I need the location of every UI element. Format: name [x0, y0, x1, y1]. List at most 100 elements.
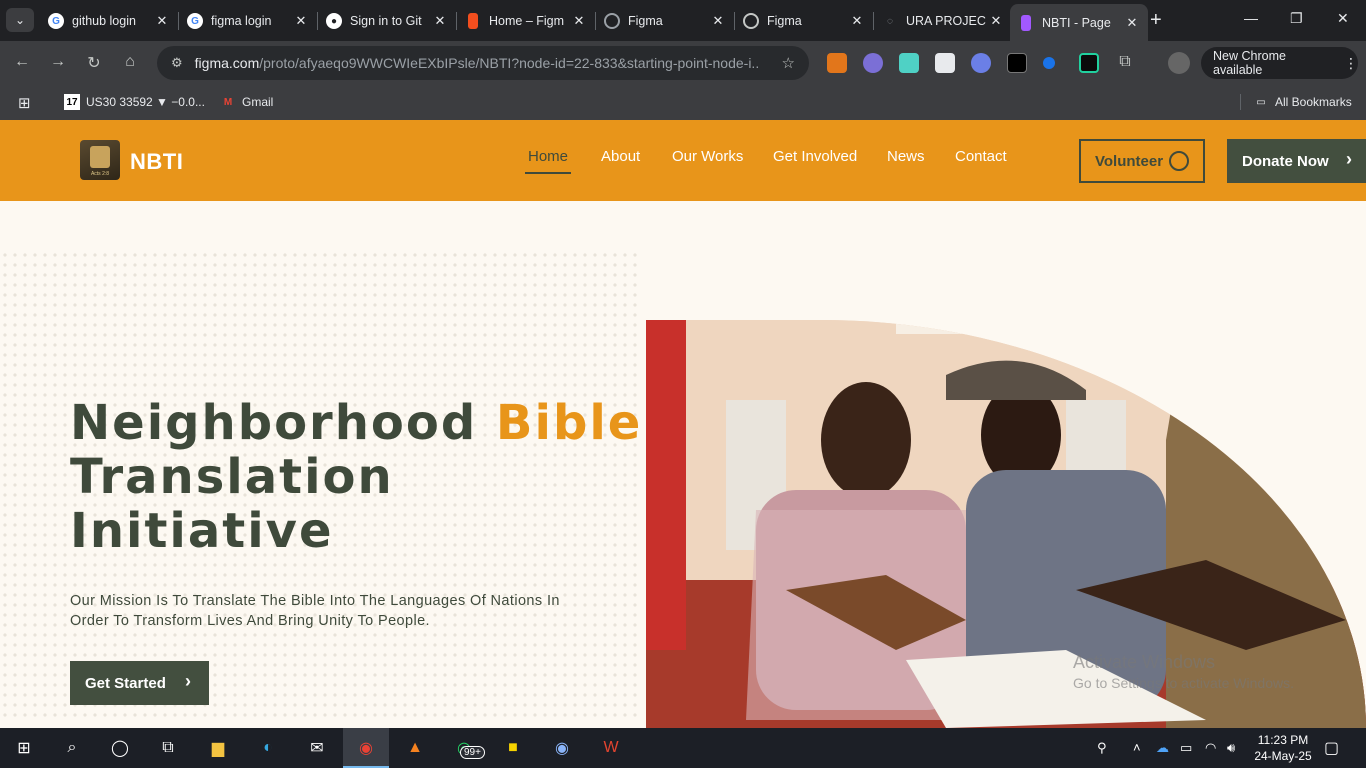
tab-nbti-active[interactable]: NBTI - Page ✕ [1010, 4, 1148, 41]
system-clock[interactable]: 11:23 PM 24-May-25 [1250, 732, 1316, 764]
reload-icon[interactable]: ↻ [84, 53, 104, 73]
donate-label: Donate Now [1242, 152, 1329, 170]
vlc-icon[interactable]: ▲ [403, 736, 427, 760]
nav-get-involved[interactable]: Get Involved [773, 148, 857, 165]
tab-figma-3[interactable]: Figma ✕ [735, 6, 873, 36]
home-icon[interactable]: ⌂ [120, 53, 140, 71]
figma-prototype-page: Acts 2:8 NBTI Home About Our Works Get I… [0, 120, 1366, 728]
browser-toolbar: ← → ↻ ⌂ ⚙ figma.com/proto/afyaeqo9WWCWIe… [0, 41, 1366, 85]
site-header: Acts 2:8 NBTI Home About Our Works Get I… [0, 120, 1366, 201]
tab-search-button[interactable]: ⌄ [6, 8, 34, 32]
search-icon[interactable]: ⌕ [60, 736, 84, 760]
close-icon[interactable]: ✕ [154, 13, 170, 29]
window-close-button[interactable]: ✕ [1337, 10, 1349, 27]
clock-time: 11:23 PM [1257, 733, 1309, 747]
windows-start-icon[interactable]: ⊞ [12, 736, 36, 760]
hero-title-part1: Neighborhood [70, 395, 478, 451]
wave-extension-icon[interactable] [971, 53, 991, 73]
cortana-icon[interactable]: ◯ [108, 736, 132, 760]
nav-our-works[interactable]: Our Works [672, 148, 743, 165]
chrome-update-button[interactable]: New Chrome available ⋮ [1201, 47, 1358, 79]
mail-icon[interactable]: ✉ [305, 736, 329, 760]
address-bar[interactable]: ⚙ figma.com/proto/afyaeqo9WWCWIeEXbIPsle… [157, 46, 809, 80]
chrome-icon[interactable]: ◉ [354, 736, 378, 760]
tab-figma-login[interactable]: G figma login ✕ [179, 6, 317, 36]
sticky-notes-icon[interactable]: ■ [501, 736, 525, 760]
new-tab-button[interactable]: + [1150, 10, 1162, 30]
tab-title: Figma [628, 14, 663, 28]
tradingview-icon: 17 [64, 94, 80, 110]
hero-title-line3: Initiative [70, 503, 334, 559]
loading-icon: ◌ [887, 15, 893, 27]
logo-text[interactable]: NBTI [130, 149, 183, 175]
close-icon[interactable]: ✕ [1124, 15, 1140, 31]
restore-button[interactable]: ❐ [1290, 10, 1303, 27]
github-icon: ● [326, 13, 342, 29]
metamask-extension-icon[interactable] [827, 53, 847, 73]
minimize-button[interactable]: — [1244, 10, 1258, 26]
onedrive-icon[interactable]: ☁ [1156, 740, 1169, 756]
ghost-extension-icon[interactable] [863, 53, 883, 73]
close-icon[interactable]: ✕ [710, 13, 726, 29]
donate-now-button[interactable]: Donate Now › [1227, 139, 1366, 183]
wifi-icon[interactable]: ◠ [1205, 740, 1216, 756]
tab-github-signin[interactable]: ● Sign in to Git ✕ [318, 6, 456, 36]
activate-windows-watermark: Activate Windows Go to Settings to activ… [1073, 652, 1294, 691]
site-info-icon[interactable]: ⚙ [171, 55, 183, 71]
tab-ura-project[interactable]: ◌ URA PROJEC ✕ [874, 6, 1012, 36]
nav-home[interactable]: Home [528, 148, 568, 165]
bookmark-gmail[interactable]: M Gmail [220, 94, 274, 110]
volume-icon[interactable]: 🔊︎ [1227, 740, 1235, 756]
battery-icon[interactable]: ▭ [1180, 740, 1192, 756]
volunteer-button[interactable]: Volunteer [1079, 139, 1205, 183]
tab-figma-2[interactable]: Figma ✕ [596, 6, 734, 36]
all-bookmarks-button[interactable]: ▭ All Bookmarks [1240, 94, 1352, 110]
chrome-profile-icon[interactable]: ◉ [550, 736, 574, 760]
tab-figma-home[interactable]: Home – Figm ✕ [457, 6, 595, 36]
back-icon[interactable]: ← [12, 53, 32, 71]
nav-about[interactable]: About [601, 148, 640, 165]
more-menu-icon[interactable]: ⋮ [1344, 55, 1358, 72]
watermark-title: Activate Windows [1073, 652, 1216, 672]
close-icon[interactable]: ✕ [432, 13, 448, 29]
extensions-puzzle-icon[interactable]: ⧉ [1115, 53, 1135, 71]
whatsapp-notification-badge: 99+ [460, 746, 485, 759]
nbti-logo-icon[interactable]: Acts 2:8 [80, 140, 120, 180]
grid-extension-icon[interactable] [935, 53, 955, 73]
folder-icon: ▭ [1256, 96, 1266, 108]
chevron-right-icon: › [185, 671, 191, 691]
bookmark-star-icon[interactable]: ☆ [782, 54, 795, 72]
figma-icon [1021, 14, 1031, 31]
profile-avatar[interactable] [1168, 52, 1190, 74]
people-icon[interactable]: ⚲ [1097, 740, 1107, 756]
tab-title: Home – Figm [489, 14, 565, 28]
bookmark-tradingview[interactable]: 17 US30 33592 ▼ −0.0... [64, 94, 205, 110]
list-extension-icon[interactable] [899, 53, 919, 73]
windows-taskbar: ⊞ ⌕ ◯ ⧉ ▆ ◐ ✉ ◉ ▲ ◎ 99+ ■ ◉ W ⚲ ˄ ☁ ▭ ◠ … [0, 728, 1366, 768]
gmail-icon: M [223, 96, 233, 108]
close-icon[interactable]: ✕ [571, 13, 587, 29]
nav-news[interactable]: News [887, 148, 925, 165]
notification-center-icon[interactable]: ▢ [1324, 738, 1339, 758]
forward-icon[interactable]: → [48, 53, 68, 71]
figma-icon [468, 13, 478, 29]
wps-office-icon[interactable]: W [599, 736, 623, 760]
url-host: figma.com [194, 55, 260, 71]
apps-grid-icon[interactable]: ⊞ [18, 94, 31, 112]
close-icon[interactable]: ✕ [849, 13, 865, 29]
dot-extension-icon[interactable] [1043, 57, 1055, 69]
edge-icon[interactable]: ◐ [256, 736, 280, 760]
tab-github-login[interactable]: G github login ✕ [40, 6, 178, 36]
get-started-label: Get Started [85, 674, 166, 692]
nav-contact[interactable]: Contact [955, 148, 1007, 165]
bookmark-label: Gmail [242, 95, 274, 109]
get-started-button[interactable]: Get Started › [70, 661, 209, 705]
pen-extension-icon[interactable] [1007, 53, 1027, 73]
close-icon[interactable]: ✕ [293, 13, 309, 29]
chevron-up-icon[interactable]: ˄ [1133, 740, 1141, 755]
task-view-icon[interactable]: ⧉ [156, 736, 180, 760]
tab-title: Figma [767, 14, 802, 28]
file-explorer-icon[interactable]: ▆ [206, 736, 230, 760]
close-icon[interactable]: ✕ [988, 13, 1004, 29]
x-extension-icon[interactable] [1079, 53, 1099, 73]
